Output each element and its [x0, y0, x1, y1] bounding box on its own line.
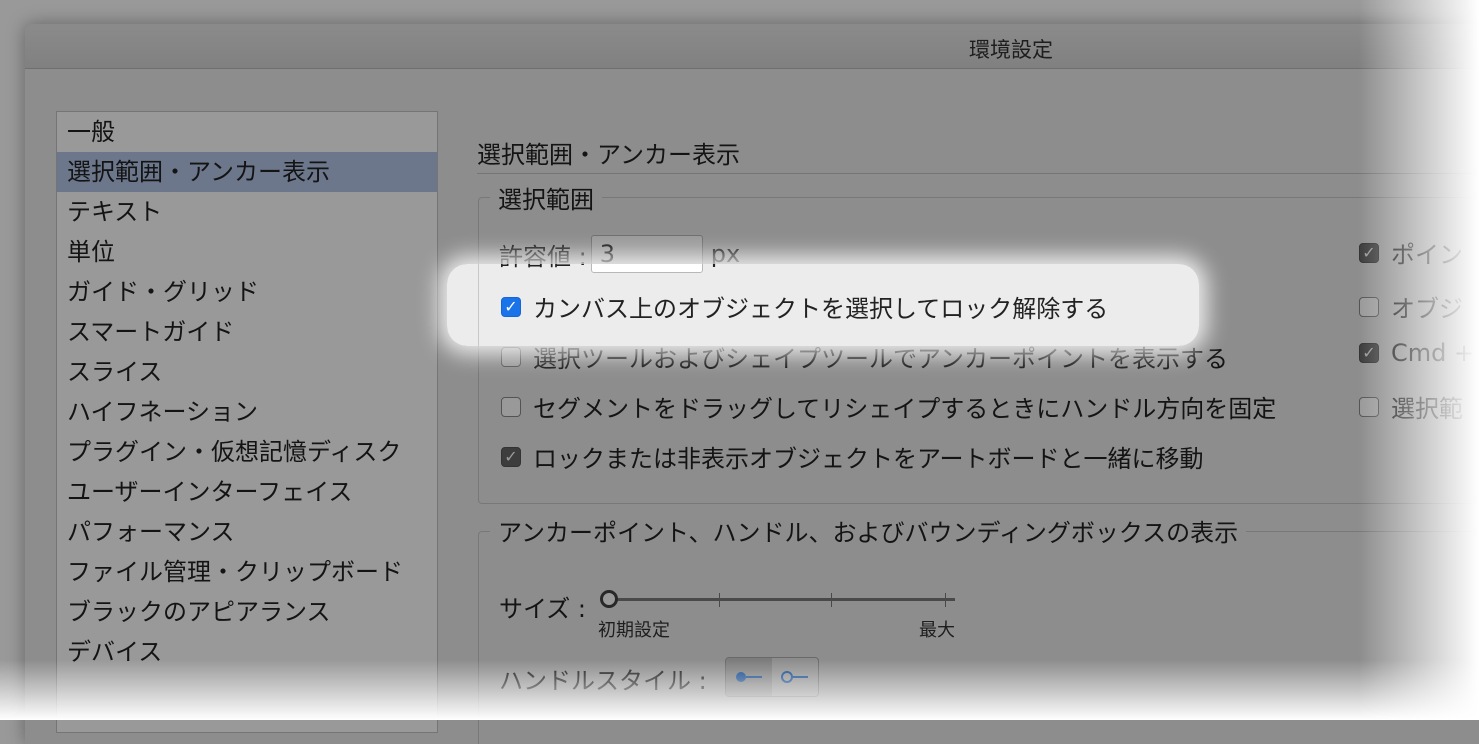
slider-max-label: 最大 [919, 620, 955, 641]
handle-style-toggle [725, 657, 819, 697]
slider-tick [831, 593, 832, 607]
handle-style-hollow-button[interactable] [772, 658, 818, 696]
handle-style-row: ハンドルスタイル : [499, 661, 707, 696]
sidebar-item-plugins-scratch-disks[interactable]: プラグイン・仮想記憶ディスク [57, 432, 437, 472]
preferences-body: 一般 選択範囲・アンカー表示 テキスト 単位 ガイド・グリッド スマートガイド … [25, 69, 1479, 744]
preferences-window: 環境設定 一般 選択範囲・アンカー表示 テキスト 単位 ガイド・グリッド スマー… [25, 24, 1479, 744]
tolerance-input[interactable]: 3 [590, 235, 703, 273]
right-option-1[interactable]: ✓ ポイン [1359, 235, 1463, 270]
sidebar-item-units[interactable]: 単位 [57, 232, 437, 272]
option-unlock-on-canvas[interactable]: ✓ カンバス上のオブジェクトを選択してロック解除する [501, 289, 1108, 324]
sidebar-item-file-handling[interactable]: ファイル管理・クリップボード [57, 552, 437, 592]
sidebar-item-slices[interactable]: スライス [57, 352, 437, 392]
checkbox-icon[interactable] [501, 346, 521, 367]
option-label: Cmd + [1391, 339, 1475, 367]
handle-style-label: ハンドルスタイル : [499, 667, 707, 695]
checkbox-checked-icon[interactable]: ✓ [501, 446, 521, 467]
option-label: ポイン [1391, 241, 1463, 269]
sidebar-item-user-interface[interactable]: ユーザーインターフェイス [57, 472, 437, 512]
checkbox-checked-icon[interactable]: ✓ [501, 296, 521, 317]
option-label: オブジ [1391, 295, 1463, 323]
section-divider [477, 173, 1477, 174]
checkbox-icon[interactable] [501, 396, 521, 417]
window-title: 環境設定 [969, 38, 1053, 62]
tolerance-row: 許容値 : 3 px [499, 235, 740, 273]
title-bar: 環境設定 [25, 24, 1479, 69]
handle-solid-icon [736, 672, 762, 682]
sidebar-item-smart-guides[interactable]: スマートガイド [57, 312, 437, 352]
sidebar-item-performance[interactable]: パフォーマンス [57, 512, 437, 552]
checkbox-checked-icon[interactable]: ✓ [1359, 343, 1379, 363]
option-label: 選択ツールおよびシェイプツールでアンカーポイントを表示する [533, 345, 1229, 373]
section-title: 選択範囲・アンカー表示 [477, 141, 741, 169]
slider-min-label: 初期設定 [598, 620, 670, 641]
size-label: サイズ : [499, 595, 586, 623]
sidebar-item-general[interactable]: 一般 [57, 112, 437, 152]
option-label: カンバス上のオブジェクトを選択してロック解除する [533, 295, 1109, 323]
anchor-group-legend: アンカーポイント、ハンドル、およびバウンディングボックスの表示 [490, 513, 1247, 548]
size-slider-track[interactable] [609, 598, 955, 601]
option-label: セグメントをドラッグしてリシェイプするときにハンドル方向を固定 [533, 395, 1277, 423]
option-label: 選択範 [1391, 395, 1463, 423]
right-option-4[interactable]: 選択範 [1359, 389, 1463, 424]
option-show-anchor-points[interactable]: 選択ツールおよびシェイプツールでアンカーポイントを表示する [501, 339, 1228, 374]
tolerance-unit: px [710, 240, 741, 268]
right-option-2[interactable]: オブジ [1359, 289, 1463, 324]
sidebar-item-black-appearance[interactable]: ブラックのアピアランス [57, 592, 437, 632]
selection-group-legend: 選択範囲 [490, 180, 602, 215]
sidebar-item-selection-anchor[interactable]: 選択範囲・アンカー表示 [57, 152, 437, 192]
right-option-3[interactable]: ✓ Cmd + [1359, 339, 1474, 367]
sidebar-item-text[interactable]: テキスト [57, 192, 437, 232]
sidebar-item-guides-grid[interactable]: ガイド・グリッド [57, 272, 437, 312]
slider-tick [719, 593, 720, 607]
sidebar-item-hyphenation[interactable]: ハイフネーション [57, 392, 437, 432]
tolerance-label: 許容値 : [499, 242, 587, 271]
option-constrain-handle-direction[interactable]: セグメントをドラッグしてリシェイプするときにハンドル方向を固定 [501, 389, 1276, 424]
size-slider-knob[interactable] [600, 590, 618, 608]
checkbox-checked-icon[interactable]: ✓ [1359, 242, 1379, 263]
handle-hollow-icon [781, 671, 808, 683]
option-move-locked-hidden[interactable]: ✓ ロックまたは非表示オブジェクトをアートボードと一緒に移動 [501, 439, 1204, 474]
size-label-row: サイズ : [499, 589, 586, 624]
handle-style-solid-button[interactable] [726, 658, 772, 696]
option-label: ロックまたは非表示オブジェクトをアートボードと一緒に移動 [533, 445, 1204, 473]
slider-tick [945, 593, 946, 607]
sidebar-item-devices[interactable]: デバイス [57, 632, 437, 672]
category-list: 一般 選択範囲・アンカー表示 テキスト 単位 ガイド・グリッド スマートガイド … [56, 111, 438, 733]
checkbox-icon[interactable] [1359, 296, 1379, 317]
checkbox-icon[interactable] [1359, 396, 1379, 417]
